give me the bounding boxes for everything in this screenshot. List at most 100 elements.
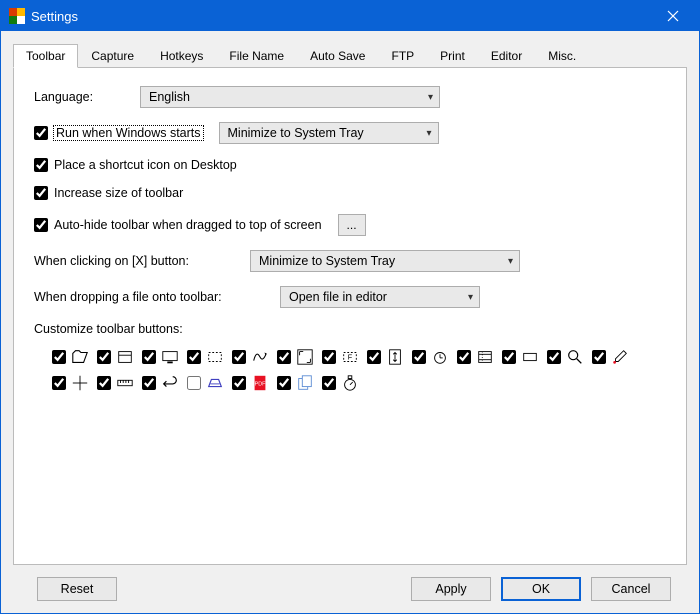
toolbar-checkbox-pdf[interactable]	[232, 376, 246, 390]
toolbar-toggle-region-dashed	[187, 346, 226, 368]
tab-editor[interactable]: Editor	[478, 44, 535, 68]
desktop-icon	[159, 346, 181, 368]
toolbar-toggle-open-folder	[52, 346, 91, 368]
tabstrip: ToolbarCaptureHotkeysFile NameAuto SaveF…	[13, 43, 687, 67]
ruler-icon	[114, 372, 136, 394]
toolbar-toggle-color-picker	[592, 346, 631, 368]
close-icon	[667, 10, 679, 22]
toolbar-checkbox-scanner[interactable]	[187, 376, 201, 390]
video-icon	[474, 346, 496, 368]
scanner-icon	[204, 372, 226, 394]
language-label: Language:	[34, 90, 124, 104]
toolbar-checkbox-freehand[interactable]	[232, 350, 246, 364]
tab-print[interactable]: Print	[427, 44, 478, 68]
toolbar-toggle-pdf: PDF	[232, 372, 271, 394]
toolbar-toggle-scanner	[187, 372, 226, 394]
crosshair-icon	[69, 372, 91, 394]
tab-autosave[interactable]: Auto Save	[297, 44, 378, 68]
fullscreen-icon	[294, 346, 316, 368]
toolbar-checkbox-window[interactable]	[97, 350, 111, 364]
toolbar-toggle-crosshair	[52, 372, 91, 394]
increase-size-label: Increase size of toolbar	[54, 186, 183, 200]
toolbar-toggle-rectangle	[502, 346, 541, 368]
toolbar-button-grid: F PDF	[52, 346, 632, 394]
autohide-label: Auto-hide toolbar when dragged to top of…	[54, 218, 322, 232]
toolbar-toggle-pages	[277, 372, 316, 394]
toolbar-toggle-window	[97, 346, 136, 368]
toolbar-toggle-ruler	[97, 372, 136, 394]
tab-filename[interactable]: File Name	[216, 44, 297, 68]
customize-label: Customize toolbar buttons:	[34, 322, 183, 336]
window-title: Settings	[31, 9, 650, 24]
run-on-start-checkbox[interactable]	[34, 126, 48, 140]
increase-size-checkbox[interactable]	[34, 186, 48, 200]
toolbar-checkbox-video[interactable]	[457, 350, 471, 364]
toolbar-checkbox-open-folder[interactable]	[52, 350, 66, 364]
toolbar-checkbox-color-picker[interactable]	[592, 350, 606, 364]
drop-action-value: Open file in editor	[289, 290, 387, 304]
drop-action-select[interactable]: Open file in editor ▾	[280, 286, 480, 308]
toolbar-checkbox-fullscreen[interactable]	[277, 350, 291, 364]
toolbar-checkbox-scrolling[interactable]	[367, 350, 381, 364]
open-folder-icon	[69, 346, 91, 368]
toolbar-toggle-freehand	[232, 346, 271, 368]
toolbar-checkbox-stopwatch[interactable]	[322, 376, 336, 390]
rectangle-icon	[519, 346, 541, 368]
toolbar-toggle-fixed-region: F	[322, 346, 361, 368]
toolbar-checkbox-region-dashed[interactable]	[187, 350, 201, 364]
apply-button[interactable]: Apply	[411, 577, 491, 601]
language-select[interactable]: English ▾	[140, 86, 440, 108]
close-button[interactable]	[650, 1, 695, 31]
toolbar-checkbox-pages[interactable]	[277, 376, 291, 390]
close-action-select[interactable]: Minimize to System Tray ▾	[250, 250, 520, 272]
tab-ftp[interactable]: FTP	[378, 44, 427, 68]
tab-misc[interactable]: Misc.	[535, 44, 589, 68]
run-on-start-label: Run when Windows starts	[54, 126, 203, 140]
undo-icon	[159, 372, 181, 394]
chevron-down-icon: ▾	[426, 128, 431, 139]
startup-mode-select[interactable]: Minimize to System Tray ▾	[219, 122, 439, 144]
toolbar-toggle-magnifier	[547, 346, 586, 368]
toolbar-checkbox-timer[interactable]	[412, 350, 426, 364]
window-icon	[114, 346, 136, 368]
titlebar: Settings	[1, 1, 699, 31]
shortcut-checkbox[interactable]	[34, 158, 48, 172]
chevron-down-icon: ▾	[508, 256, 513, 267]
settings-window: Settings ToolbarCaptureHotkeysFile NameA…	[0, 0, 700, 614]
toolbar-toggle-scrolling	[367, 346, 406, 368]
region-dashed-icon	[204, 346, 226, 368]
svg-text:F: F	[348, 353, 353, 362]
toolbar-checkbox-undo[interactable]	[142, 376, 156, 390]
tab-panel-toolbar: Language: English ▾ Run when Windows sta…	[13, 67, 687, 565]
toolbar-checkbox-ruler[interactable]	[97, 376, 111, 390]
ellipsis-label: ...	[347, 218, 357, 232]
toolbar-checkbox-fixed-region[interactable]	[322, 350, 336, 364]
magnifier-icon	[564, 346, 586, 368]
toolbar-checkbox-magnifier[interactable]	[547, 350, 561, 364]
toolbar-toggle-timer	[412, 346, 451, 368]
fixed-region-icon: F	[339, 346, 361, 368]
app-icon	[9, 8, 25, 24]
shortcut-label: Place a shortcut icon on Desktop	[54, 158, 237, 172]
tab-hotkeys[interactable]: Hotkeys	[147, 44, 216, 68]
autohide-more-button[interactable]: ...	[338, 214, 366, 236]
cancel-button[interactable]: Cancel	[591, 577, 671, 601]
toolbar-checkbox-crosshair[interactable]	[52, 376, 66, 390]
chevron-down-icon: ▾	[428, 92, 433, 103]
freehand-icon	[249, 346, 271, 368]
dialog-footer: Reset Apply OK Cancel	[13, 565, 687, 613]
ok-button[interactable]: OK	[501, 577, 581, 601]
toolbar-checkbox-desktop[interactable]	[142, 350, 156, 364]
reset-button[interactable]: Reset	[37, 577, 117, 601]
toolbar-toggle-fullscreen	[277, 346, 316, 368]
autohide-checkbox[interactable]	[34, 218, 48, 232]
tab-capture[interactable]: Capture	[78, 44, 147, 68]
toolbar-toggle-undo	[142, 372, 181, 394]
drop-action-label: When dropping a file onto toolbar:	[34, 290, 264, 304]
tab-toolbar[interactable]: Toolbar	[13, 44, 78, 68]
toolbar-toggle-stopwatch	[322, 372, 361, 394]
pdf-icon: PDF	[249, 372, 271, 394]
close-action-label: When clicking on [X] button:	[34, 254, 234, 268]
toolbar-checkbox-rectangle[interactable]	[502, 350, 516, 364]
chevron-down-icon: ▾	[468, 292, 473, 303]
